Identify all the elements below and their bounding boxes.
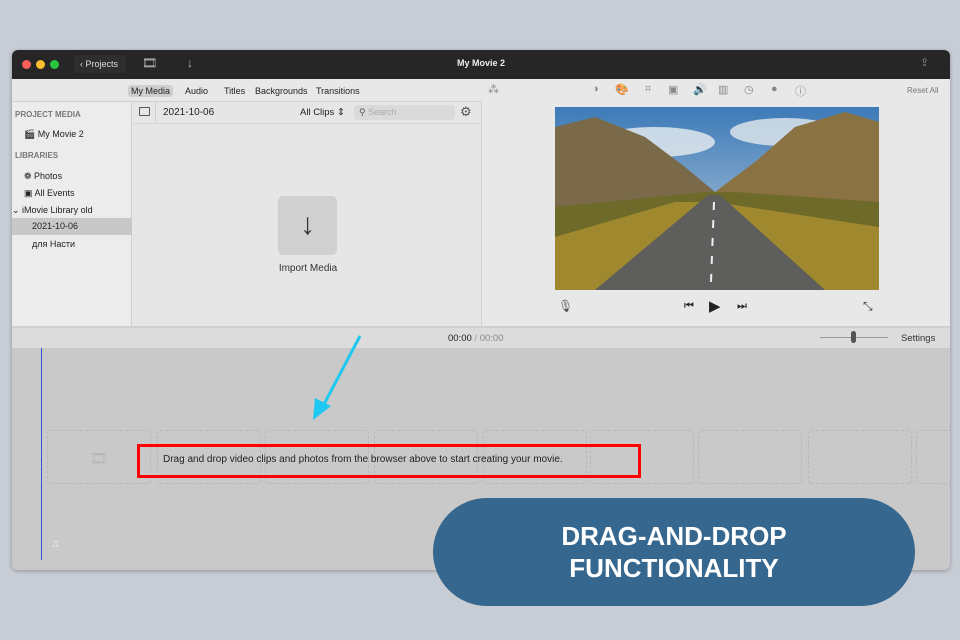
pointer-arrow xyxy=(313,335,362,420)
search-placeholder: Search xyxy=(368,107,397,117)
project-label: My Movie 2 xyxy=(37,129,84,139)
reset-all-button[interactable]: Reset All xyxy=(907,86,939,95)
search-input[interactable]: ⚲ Search xyxy=(354,105,455,120)
viewer: ⁂ ◑ 🎨 ⌗ ▣ 🔊 ▥ ◷ ● ⓘ Reset All 🎙 ⏮ ▶ ⏭ ⤡ xyxy=(482,79,950,326)
zoom-slider-thumb[interactable] xyxy=(851,331,856,343)
total-time: 00:00 xyxy=(479,333,504,344)
drop-hint-highlight: Drag and drop video clips and photos fro… xyxy=(137,444,641,478)
browser-toolbar: 2021-10-06 All Clips ⇕ ⚲ Search ⚙ xyxy=(132,102,482,124)
sidebar-item-library[interactable]: ⌄ iMovie Library old xyxy=(12,205,93,216)
sidebar-item-all-events[interactable]: ▣ All Events xyxy=(24,188,75,199)
crop-icon[interactable]: ⌗ xyxy=(645,83,651,96)
volume-icon[interactable]: 🔊 xyxy=(693,83,707,96)
photos-label: Photos xyxy=(34,171,63,181)
color-balance-icon[interactable]: ◑ xyxy=(592,83,599,95)
filter-overlay-icon[interactable]: ● xyxy=(771,83,778,95)
film-icon: 🎞 xyxy=(90,450,108,466)
media-tabs: My Media Audio Titles Backgrounds Transi… xyxy=(12,79,482,102)
all-events-label: All Events xyxy=(34,188,75,198)
sidebar: PROJECT MEDIA 🎬 My Movie 2 LIBRARIES ❁ P… xyxy=(12,102,132,326)
import-media-button[interactable]: ↓ xyxy=(278,196,337,255)
library-label: iMovie Library old xyxy=(22,205,93,215)
playhead[interactable] xyxy=(41,348,42,560)
speed-icon[interactable]: ◷ xyxy=(744,83,754,96)
timeline-settings-button[interactable]: Settings xyxy=(901,333,935,344)
sidebar-item-event-selected[interactable]: 2021-10-06 xyxy=(12,218,132,235)
banner-line-1: DRAG-AND-DROP xyxy=(561,521,787,551)
next-icon[interactable]: ⏭ xyxy=(737,300,747,313)
filter-label: All Clips xyxy=(300,107,335,118)
current-time: 00:00 xyxy=(448,333,472,344)
tab-my-media[interactable]: My Media xyxy=(128,85,174,97)
sidebar-item-project[interactable]: 🎬 My Movie 2 xyxy=(24,129,84,140)
sidebar-item-event[interactable]: для Насти xyxy=(32,239,75,249)
stabilization-icon[interactable]: ▣ xyxy=(668,83,678,96)
media-browser: 2021-10-06 All Clips ⇕ ⚲ Search ⚙ ↓ Impo… xyxy=(132,102,482,326)
window-title: My Movie 2 xyxy=(456,58,505,68)
libraries-header: LIBRARIES xyxy=(15,151,59,160)
equalizer-icon[interactable]: ▥ xyxy=(718,83,728,96)
landscape-road-image xyxy=(555,107,879,290)
settings-gear-icon[interactable]: ⚙ xyxy=(460,104,472,120)
import-media-label: Import Media xyxy=(278,263,338,274)
down-arrow-icon: ↓ xyxy=(300,208,315,241)
tab-titles[interactable]: Titles xyxy=(221,85,248,97)
microphone-icon[interactable]: 🎙 xyxy=(558,299,573,313)
video-preview xyxy=(555,107,879,290)
magic-wand-icon[interactable]: ⁂ xyxy=(488,83,499,96)
info-icon[interactable]: ⓘ xyxy=(795,83,806,99)
share-icon[interactable]: ⇪ xyxy=(920,56,929,69)
drop-hint-text: Drag and drop video clips and photos fro… xyxy=(163,454,563,465)
feature-banner: DRAG-AND-DROP FUNCTIONALITY xyxy=(433,498,915,606)
previous-icon[interactable]: ⏮ xyxy=(684,300,694,313)
project-media-header: PROJECT MEDIA xyxy=(15,110,81,119)
event-title: 2021-10-06 xyxy=(163,107,215,118)
imovie-window: ‹ Projects 🎞 ↓ My Movie 2 ⇪ My Media Aud… xyxy=(12,50,950,570)
tab-transitions[interactable]: Transitions xyxy=(313,85,363,97)
sidebar-toggle-icon[interactable] xyxy=(139,107,150,116)
timecode: 00:00 / 00:00 xyxy=(448,333,503,344)
timeline-header: 00:00 / 00:00 Settings xyxy=(12,326,950,348)
search-icon: ⚲ xyxy=(359,107,366,117)
play-icon[interactable]: ▶ xyxy=(709,297,721,315)
banner-line-2: FUNCTIONALITY xyxy=(569,553,779,583)
time-separator: / xyxy=(474,333,478,344)
clips-filter-select[interactable]: All Clips ⇕ xyxy=(300,107,345,118)
fullscreen-icon[interactable]: ⤡ xyxy=(863,299,873,314)
color-palette-icon[interactable]: 🎨 xyxy=(615,83,629,96)
tab-backgrounds[interactable]: Backgrounds xyxy=(252,85,311,97)
title-bar: ‹ Projects 🎞 ↓ My Movie 2 ⇪ xyxy=(12,50,950,79)
music-note-icon: ♫ xyxy=(51,538,60,550)
sidebar-item-photos[interactable]: ❁ Photos xyxy=(24,171,62,182)
tab-audio[interactable]: Audio xyxy=(182,85,211,97)
